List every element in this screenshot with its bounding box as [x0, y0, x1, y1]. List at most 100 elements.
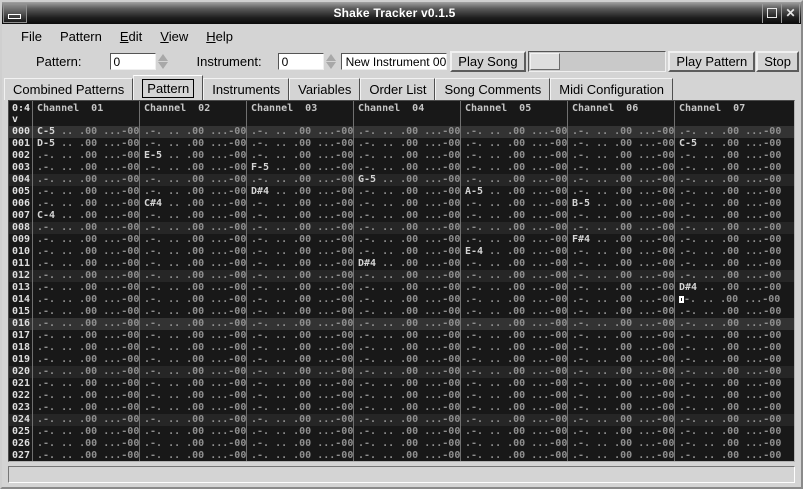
pattern-cell[interactable]: .-. .. .00 ...-00 — [139, 366, 246, 378]
pattern-cell[interactable]: .-. .. .00 ...-00 — [32, 318, 139, 330]
pattern-cell[interactable]: .-. .. .00 ...-00 — [139, 294, 246, 306]
pattern-cell[interactable]: .-. .. .00 ...-00 — [32, 198, 139, 210]
tab-pattern[interactable]: Pattern — [133, 75, 203, 100]
pattern-cell[interactable]: .-. .. .00 ...-00 — [139, 138, 246, 150]
pattern-cell[interactable]: .-. .. .00 ...-00 — [353, 150, 460, 162]
spin-down-icon[interactable] — [326, 62, 336, 69]
title-bar[interactable]: Shake Tracker v0.1.5 ✕ — [2, 2, 801, 24]
pattern-cell[interactable]: .-. .. .00 ...-00 — [674, 234, 781, 246]
pattern-cell[interactable]: .-. .. .00 ...-00 — [139, 378, 246, 390]
pattern-cell[interactable]: .-. .. .00 ...-00 — [567, 402, 674, 414]
pattern-cell[interactable]: .-. .. .00 ...-00 — [353, 126, 460, 138]
pattern-cell[interactable]: .-. .. .00 ...-00 — [353, 318, 460, 330]
pattern-cell[interactable]: .-. .. .00 ...-00 — [674, 378, 781, 390]
pattern-cell[interactable]: C-4 .. .00 ...-00 — [32, 210, 139, 222]
pattern-cell[interactable]: .-. .. .00 ...-00 — [567, 366, 674, 378]
pattern-cell[interactable]: .-. .. .00 ...-00 — [460, 270, 567, 282]
pattern-cell[interactable]: .-. .. .00 ...-00 — [460, 282, 567, 294]
pattern-cell[interactable]: .-. .. .00 ...-00 — [567, 186, 674, 198]
pattern-cell[interactable]: .-. .. .00 ...-00 — [567, 318, 674, 330]
pattern-cell[interactable]: .-. .. .00 ...-00 — [674, 270, 781, 282]
play-pattern-button[interactable]: Play Pattern — [668, 51, 755, 72]
pattern-cell[interactable]: .-. .. .00 ...-00 — [567, 270, 674, 282]
pattern-cell[interactable]: .-. .. .00 ...-00 — [246, 138, 353, 150]
pattern-cell[interactable]: .-. .. .00 ...-00 — [567, 258, 674, 270]
pattern-cell[interactable]: .-. .. .00 ...-00 — [567, 414, 674, 426]
pattern-cell[interactable]: .-. .. .00 ...-00 — [139, 270, 246, 282]
pattern-cell[interactable]: .-. .. .00 ...-00 — [674, 210, 781, 222]
pattern-cell[interactable]: D-5 .. .00 ...-00 — [32, 138, 139, 150]
pattern-cell[interactable]: .-. .. .00 ...-00 — [353, 186, 460, 198]
pattern-cell[interactable]: .-. .. .00 ...-00 — [246, 234, 353, 246]
pattern-cell[interactable]: .-. .. .00 ...-00 — [32, 378, 139, 390]
pattern-cell[interactable]: .-. .. .00 ...-00 — [353, 378, 460, 390]
pattern-cell[interactable]: .-. .. .00 ...-00 — [460, 306, 567, 318]
pattern-cell[interactable]: .-. .. .00 ...-00 — [139, 126, 246, 138]
pattern-cell[interactable]: .-. .. .00 ...-00 — [353, 138, 460, 150]
pattern-cell[interactable]: .-. .. .00 ...-00 — [460, 234, 567, 246]
pattern-cell[interactable]: .-. .. .00 ...-00 — [32, 150, 139, 162]
pattern-cell[interactable]: .-. .. .00 ...-00 — [353, 342, 460, 354]
pattern-cell[interactable]: .-. .. .00 ...-00 — [353, 390, 460, 402]
pattern-cell[interactable]: .-. .. .00 ...-00 — [674, 414, 781, 426]
tab-variables[interactable]: Variables — [289, 78, 360, 100]
pattern-cell[interactable]: .-. .. .00 ...-00 — [32, 234, 139, 246]
pattern-cell[interactable]: .-. .. .00 ...-00 — [246, 318, 353, 330]
pattern-cell[interactable]: .-. .. .00 ...-00 — [353, 366, 460, 378]
pattern-cell[interactable]: .-. .. .00 ...-00 — [353, 354, 460, 366]
pattern-cell[interactable]: C-5 .. .00 ...-00 — [674, 138, 781, 150]
pattern-cell[interactable]: F-5 .. .00 ...-00 — [246, 162, 353, 174]
pattern-cell[interactable]: .-. .. .00 ...-00 — [460, 222, 567, 234]
pattern-cell[interactable]: C#4 .. .00 ...-00 — [139, 198, 246, 210]
pattern-cell[interactable]: -. .. .00 ...-00 — [674, 294, 781, 306]
tab-midi-configuration[interactable]: Midi Configuration — [550, 78, 673, 100]
pattern-cell[interactable]: .-. .. .00 ...-00 — [460, 330, 567, 342]
pattern-cell[interactable]: .-. .. .00 ...-00 — [32, 438, 139, 450]
pattern-cell[interactable]: .-. .. .00 ...-00 — [674, 366, 781, 378]
pattern-cell[interactable]: .-. .. .00 ...-00 — [460, 138, 567, 150]
pattern-cell[interactable]: .-. .. .00 ...-00 — [353, 414, 460, 426]
pattern-cell[interactable]: .-. .. .00 ...-00 — [353, 438, 460, 450]
pattern-cell[interactable]: .-. .. .00 ...-00 — [460, 174, 567, 186]
pattern-cell[interactable]: .-. .. .00 ...-00 — [460, 390, 567, 402]
pattern-cell[interactable]: .-. .. .00 ...-00 — [246, 426, 353, 438]
pattern-cell[interactable]: .-. .. .00 ...-00 — [139, 318, 246, 330]
pattern-cell[interactable]: .-. .. .00 ...-00 — [460, 378, 567, 390]
pattern-cell[interactable]: .-. .. .00 ...-00 — [567, 450, 674, 462]
pattern-cell[interactable]: .-. .. .00 ...-00 — [567, 150, 674, 162]
pattern-cell[interactable]: .-. .. .00 ...-00 — [246, 390, 353, 402]
pattern-cell[interactable]: .-. .. .00 ...-00 — [567, 426, 674, 438]
pattern-cell[interactable]: .-. .. .00 ...-00 — [567, 330, 674, 342]
pattern-editor[interactable]: 0:4 v Channel 01 Channel 02 Channel 03 C… — [8, 100, 795, 462]
pattern-cell[interactable]: .-. .. .00 ...-00 — [32, 366, 139, 378]
pattern-cell[interactable]: .-. .. .00 ...-00 — [32, 258, 139, 270]
pattern-cell[interactable]: .-. .. .00 ...-00 — [567, 342, 674, 354]
pattern-cell[interactable]: .-. .. .00 ...-00 — [246, 306, 353, 318]
menu-view[interactable]: View — [151, 26, 197, 47]
pattern-cell[interactable]: .-. .. .00 ...-00 — [567, 294, 674, 306]
pattern-cell[interactable]: .-. .. .00 ...-00 — [674, 354, 781, 366]
pattern-cell[interactable]: .-. .. .00 ...-00 — [674, 222, 781, 234]
pattern-cell[interactable]: .-. .. .00 ...-00 — [246, 198, 353, 210]
tab-song-comments[interactable]: Song Comments — [435, 78, 550, 100]
pattern-cell[interactable]: .-. .. .00 ...-00 — [353, 426, 460, 438]
pattern-cell[interactable]: A-5 .. .00 ...-00 — [460, 186, 567, 198]
pattern-cell[interactable]: .-. .. .00 ...-00 — [246, 222, 353, 234]
pattern-cell[interactable]: .-. .. .00 ...-00 — [246, 210, 353, 222]
pattern-cell[interactable]: .-. .. .00 ...-00 — [460, 402, 567, 414]
pattern-cell[interactable]: G-5 .. .00 ...-00 — [353, 174, 460, 186]
pattern-cell[interactable]: C-5 .. .00 ...-00 — [32, 126, 139, 138]
pattern-number-field[interactable]: 0 — [110, 53, 156, 70]
pattern-cell[interactable]: .-. .. .00 ...-00 — [353, 450, 460, 462]
pattern-cell[interactable]: .-. .. .00 ...-00 — [460, 342, 567, 354]
spin-up-icon[interactable] — [158, 54, 168, 61]
pattern-cell[interactable]: .-. .. .00 ...-00 — [246, 366, 353, 378]
pattern-cell[interactable]: .-. .. .00 ...-00 — [674, 426, 781, 438]
pattern-cell[interactable]: .-. .. .00 ...-00 — [674, 126, 781, 138]
pattern-cell[interactable]: .-. .. .00 ...-00 — [139, 414, 246, 426]
pattern-cell[interactable]: .-. .. .00 ...-00 — [353, 234, 460, 246]
pattern-cell[interactable]: .-. .. .00 ...-00 — [32, 174, 139, 186]
pattern-cell[interactable]: .-. .. .00 ...-00 — [460, 210, 567, 222]
pattern-cell[interactable]: .-. .. .00 ...-00 — [32, 306, 139, 318]
stop-button[interactable]: Stop — [756, 51, 799, 72]
